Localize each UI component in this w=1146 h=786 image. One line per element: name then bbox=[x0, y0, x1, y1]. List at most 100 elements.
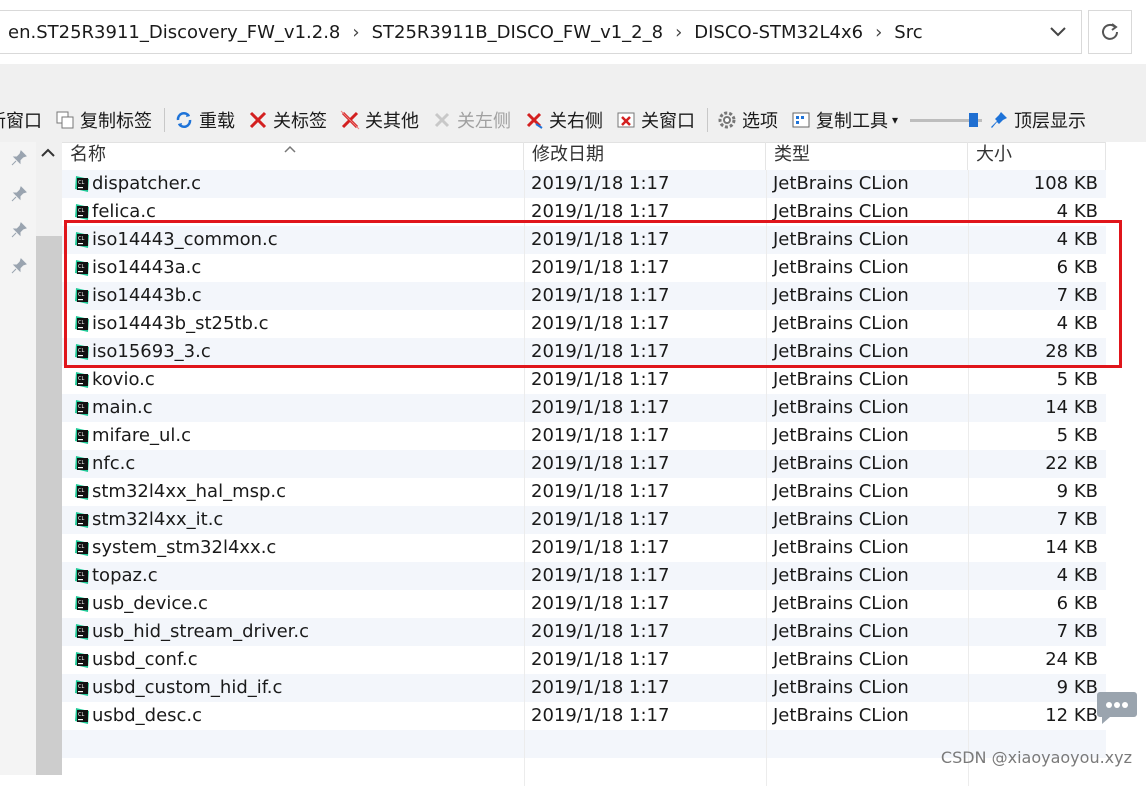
close-icon bbox=[247, 109, 269, 131]
column-type-label: 类型 bbox=[774, 144, 810, 165]
file-name-cell[interactable]: CL iso15693_3.c bbox=[62, 338, 524, 366]
watermark: CSDN @xiaoyaoyou.xyz bbox=[940, 748, 1132, 767]
file-name-cell[interactable]: CL iso14443b.c bbox=[62, 282, 524, 310]
breadcrumb-separator-icon[interactable]: › bbox=[863, 22, 894, 43]
file-size-cell: 28 KB bbox=[968, 338, 1106, 366]
file-row[interactable]: CL iso14443_common.c 2019/1/18 1:17 JetBrai… bbox=[62, 226, 1106, 254]
file-type-cell: JetBrains CLion bbox=[766, 674, 968, 702]
address-bar[interactable]: en.ST25R3911_Discovery_FW_v1.2.8 › ST25R… bbox=[0, 10, 1082, 54]
breadcrumb-separator-icon[interactable]: › bbox=[340, 22, 371, 43]
close-right-button[interactable]: 关右侧 bbox=[523, 107, 603, 133]
file-size-cell: 24 KB bbox=[968, 646, 1106, 674]
opacity-slider[interactable] bbox=[910, 113, 983, 127]
file-row[interactable]: CL felica.c 2019/1/18 1:17 JetBrains CLion 4… bbox=[62, 198, 1106, 226]
file-date-cell: 2019/1/18 1:17 bbox=[524, 534, 766, 562]
file-name-cell[interactable]: CL usb_hid_stream_driver.c bbox=[62, 618, 524, 646]
breadcrumb-separator-icon[interactable]: › bbox=[663, 22, 694, 43]
file-size-cell: 4 KB bbox=[968, 562, 1106, 590]
svg-text:CL: CL bbox=[78, 544, 84, 550]
file-row[interactable]: CL iso14443a.c 2019/1/18 1:17 JetBrains CLi… bbox=[62, 254, 1106, 282]
svg-text:CL: CL bbox=[78, 236, 84, 242]
file-row[interactable]: CL iso14443b.c 2019/1/18 1:17 JetBrains CLi… bbox=[62, 282, 1106, 310]
file-size-cell: 22 KB bbox=[968, 450, 1106, 478]
file-name-cell[interactable]: CL usbd_custom_hid_if.c bbox=[62, 674, 524, 702]
file-name: usbd_custom_hid_if.c bbox=[92, 677, 283, 698]
column-header-date[interactable]: 修改日期 bbox=[524, 142, 766, 170]
breadcrumb-item[interactable]: Src bbox=[894, 22, 922, 43]
file-name-cell[interactable]: CL usbd_conf.c bbox=[62, 646, 524, 674]
file-name-cell[interactable]: CL usb_device.c bbox=[62, 590, 524, 618]
breadcrumb-item[interactable]: en.ST25R3911_Discovery_FW_v1.2.8 bbox=[0, 22, 340, 43]
column-header-name[interactable]: 名称 bbox=[62, 142, 524, 170]
file-row[interactable]: CL stm32l4xx_hal_msp.c 2019/1/18 1:17 JetBr… bbox=[62, 478, 1106, 506]
file-row[interactable]: CL mifare_ul.c 2019/1/18 1:17 JetBrains CLi… bbox=[62, 422, 1106, 450]
column-header-size[interactable]: 大小 bbox=[968, 142, 1106, 170]
file-row[interactable]: CL nfc.c 2019/1/18 1:17 JetBrains CLion 22 K… bbox=[62, 450, 1106, 478]
svg-text:CL: CL bbox=[78, 712, 84, 718]
file-name-cell[interactable]: CL felica.c bbox=[62, 198, 524, 226]
file-name-cell[interactable]: CL stm32l4xx_hal_msp.c bbox=[62, 478, 524, 506]
column-header-type[interactable]: 类型 bbox=[766, 142, 968, 170]
reload-button[interactable]: 重载 bbox=[173, 107, 235, 133]
file-row[interactable]: CL usbd_custom_hid_if.c 2019/1/18 1:17 JetB… bbox=[62, 674, 1106, 702]
file-name-cell[interactable]: CL dispatcher.c bbox=[62, 170, 524, 198]
file-name-cell[interactable]: CL system_stm32l4xx.c bbox=[62, 534, 524, 562]
breadcrumb-item[interactable]: ST25R3911B_DISCO_FW_v1_2_8 bbox=[372, 22, 663, 43]
clion-file-icon: CL bbox=[75, 288, 89, 304]
close-others-button[interactable]: 关其他 bbox=[339, 107, 419, 133]
clion-file-icon: CL bbox=[75, 596, 89, 612]
file-name-cell[interactable]: CL stm32l4xx_it.c bbox=[62, 506, 524, 534]
clion-file-icon: CL bbox=[75, 260, 89, 276]
file-row[interactable]: CL topaz.c 2019/1/18 1:17 JetBrains CLion 4 … bbox=[62, 562, 1106, 590]
new-window-button[interactable]: 新窗口 bbox=[0, 107, 42, 133]
file-row[interactable]: CL usbd_desc.c 2019/1/18 1:17 JetBrains CLi… bbox=[62, 702, 1106, 730]
close-left-button[interactable]: 关左侧 bbox=[431, 107, 511, 133]
options-button[interactable]: 选项 bbox=[716, 107, 778, 133]
file-name-cell[interactable]: CL kovio.c bbox=[62, 366, 524, 394]
chat-bubble-icon[interactable] bbox=[1096, 690, 1138, 726]
file-row[interactable]: CL iso14443b_st25tb.c 2019/1/18 1:17 JetBra… bbox=[62, 310, 1106, 338]
clion-file-icon: CL bbox=[75, 316, 89, 332]
file-name-cell[interactable]: CL topaz.c bbox=[62, 562, 524, 590]
close-tab-button[interactable]: 关标签 bbox=[247, 107, 327, 133]
file-row[interactable]: CL kovio.c 2019/1/18 1:17 JetBrains CLion 5 … bbox=[62, 366, 1106, 394]
file-name-cell[interactable]: CL mifare_ul.c bbox=[62, 422, 524, 450]
address-history-dropdown[interactable] bbox=[1035, 11, 1081, 53]
new-window-label: 新窗口 bbox=[0, 111, 42, 132]
file-name-cell[interactable]: CL iso14443a.c bbox=[62, 254, 524, 282]
gear-icon bbox=[716, 109, 738, 131]
scrollbar-thumb[interactable] bbox=[36, 236, 62, 775]
file-row[interactable]: CL stm32l4xx_it.c 2019/1/18 1:17 JetBrains … bbox=[62, 506, 1106, 534]
file-name-cell[interactable]: CL main.c bbox=[62, 394, 524, 422]
file-name-cell[interactable]: CL iso14443b_st25tb.c bbox=[62, 310, 524, 338]
nav-scrollbar[interactable] bbox=[36, 142, 62, 775]
file-name-cell[interactable]: CL usbd_desc.c bbox=[62, 702, 524, 730]
pin-icon[interactable] bbox=[11, 186, 27, 202]
file-row[interactable]: CL usb_device.c 2019/1/18 1:17 JetBrains CL… bbox=[62, 590, 1106, 618]
address-bar-area: en.ST25R3911_Discovery_FW_v1.2.8 › ST25R… bbox=[0, 0, 1146, 64]
file-row[interactable]: CL usb_hid_stream_driver.c 2019/1/18 1:17 J… bbox=[62, 618, 1106, 646]
copy-tool-button[interactable]: 复制工具 ▾ bbox=[790, 107, 898, 133]
file-type-cell: JetBrains CLion bbox=[766, 450, 968, 478]
dropdown-arrow-icon[interactable]: ▾ bbox=[892, 113, 898, 127]
file-row[interactable]: CL dispatcher.c 2019/1/18 1:17 JetBrains CL… bbox=[62, 170, 1106, 198]
slider-thumb[interactable] bbox=[969, 113, 979, 127]
close-left-icon bbox=[431, 109, 453, 131]
close-window-button[interactable]: 关窗口 bbox=[615, 107, 695, 133]
file-row[interactable]: CL system_stm32l4xx.c 2019/1/18 1:17 JetBra… bbox=[62, 534, 1106, 562]
pin-icon[interactable] bbox=[11, 150, 27, 166]
scroll-up-icon[interactable] bbox=[38, 146, 58, 162]
file-row[interactable]: CL iso15693_3.c 2019/1/18 1:17 JetBrains CL… bbox=[62, 338, 1106, 366]
topmost-button[interactable]: 顶层显示 bbox=[988, 107, 1086, 133]
file-row[interactable]: CL usbd_conf.c 2019/1/18 1:17 JetBrains CLi… bbox=[62, 646, 1106, 674]
file-type-cell: JetBrains CLion bbox=[766, 254, 968, 282]
pin-icon[interactable] bbox=[11, 222, 27, 238]
file-size-cell: 7 KB bbox=[968, 506, 1106, 534]
file-name-cell[interactable]: CL nfc.c bbox=[62, 450, 524, 478]
file-name-cell[interactable]: CL iso14443_common.c bbox=[62, 226, 524, 254]
refresh-button[interactable] bbox=[1088, 10, 1132, 54]
breadcrumb-item[interactable]: DISCO-STM32L4x6 bbox=[694, 22, 863, 43]
pin-icon[interactable] bbox=[11, 258, 27, 274]
copy-tab-button[interactable]: 复制标签 bbox=[54, 107, 152, 133]
file-row[interactable]: CL main.c 2019/1/18 1:17 JetBrains CLion 14 … bbox=[62, 394, 1106, 422]
